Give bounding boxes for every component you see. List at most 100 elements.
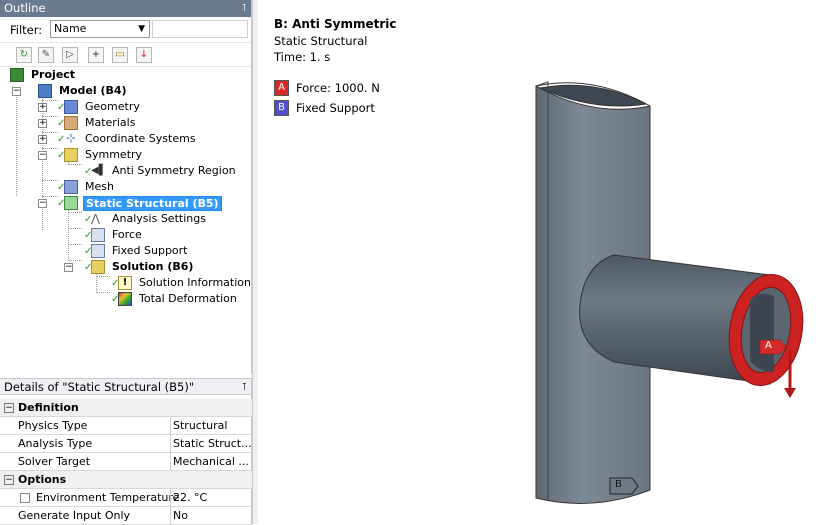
- tree-item-solution-information[interactable]: ! ✓ Solution Information: [0, 275, 251, 291]
- row-value: No: [173, 509, 188, 522]
- horizontal-pipe: [579, 254, 804, 398]
- coordinate-axes-icon: ⊹: [65, 131, 77, 145]
- tree-item-static-structural[interactable]: − ✓ Static Structural (B5): [0, 195, 250, 211]
- folder-icon[interactable]: ▭: [112, 47, 128, 63]
- symmetry-plane-icon: ◀▌: [91, 165, 107, 176]
- check-icon: ✓: [84, 246, 93, 257]
- row-value: Static Struct...: [173, 437, 251, 450]
- filter-label: Filter:: [10, 23, 43, 37]
- details-row-solver-target[interactable]: Solver Target Mechanical ...: [0, 453, 252, 471]
- tree-label: Force: [112, 228, 142, 241]
- check-icon: ✓: [84, 166, 93, 177]
- tree-item-mesh[interactable]: ✓ Mesh: [0, 179, 250, 195]
- details-row-physics-type[interactable]: Physics Type Structural: [0, 417, 252, 435]
- vertical-half-pipe: [535, 81, 651, 504]
- tree-label: Project: [31, 68, 76, 81]
- tree-item-solution[interactable]: − ✓ Solution (B6): [0, 259, 250, 275]
- expand-all-icon[interactable]: +: [88, 47, 104, 63]
- tree-item-anti-symmetry-region[interactable]: ◀▌ ✓ Anti Symmetry Region: [0, 163, 250, 179]
- details-row-environment-temperature[interactable]: Environment Temperature 22. °C: [0, 489, 252, 507]
- tree-label: Analysis Settings: [112, 212, 206, 225]
- filter-value: Name: [54, 22, 87, 35]
- filter-select[interactable]: Name ▼: [50, 20, 150, 38]
- details-title-bar: Details of "Static Structural (B5)" ⊺: [0, 378, 251, 395]
- tree-label-selected: Static Structural (B5): [83, 196, 222, 211]
- tree-item-model[interactable]: − Model (B4): [0, 83, 250, 99]
- details-row-analysis-type[interactable]: Analysis Type Static Struct...: [0, 435, 252, 453]
- tree-item-fixed-support[interactable]: ✓ Fixed Support: [0, 243, 250, 259]
- expand-icon[interactable]: +: [38, 135, 47, 144]
- section-label: Definition: [18, 401, 79, 414]
- tree-label: Fixed Support: [112, 244, 188, 257]
- pin-icon[interactable]: ⊺: [242, 379, 247, 396]
- expand-icon[interactable]: +: [38, 103, 47, 112]
- collapse-icon[interactable]: −: [38, 199, 47, 208]
- pin-icon[interactable]: ⊺: [242, 0, 247, 17]
- legend-badge: A: [274, 80, 289, 96]
- analysis-subtitle: Static Structural: [274, 34, 368, 48]
- tree-item-project[interactable]: Project: [0, 67, 250, 83]
- section-options[interactable]: − Options: [0, 471, 252, 489]
- collapse-icon[interactable]: −: [4, 475, 14, 485]
- check-icon: ✓: [57, 198, 66, 209]
- collapse-icon[interactable]: −: [12, 87, 21, 96]
- check-icon: ✓: [84, 230, 93, 241]
- filter-search-input[interactable]: [152, 20, 248, 38]
- collapse-icon[interactable]: −: [4, 403, 14, 413]
- row-value: Mechanical ...: [173, 455, 249, 468]
- check-icon: ✓: [84, 214, 93, 225]
- tree-item-symmetry[interactable]: − ✓ Symmetry: [0, 147, 250, 163]
- tree-label: Total Deformation: [139, 292, 237, 305]
- geometry-icon: [64, 100, 78, 114]
- static-structural-icon: [64, 196, 78, 210]
- parameter-checkbox[interactable]: [20, 493, 30, 503]
- section-definition[interactable]: − Definition: [0, 399, 252, 417]
- check-icon: ✓: [111, 294, 120, 305]
- edit-icon[interactable]: ✎: [38, 47, 54, 63]
- refresh-icon[interactable]: ↻: [16, 47, 32, 63]
- check-icon: ✓: [57, 134, 66, 145]
- tree-label: Symmetry: [85, 148, 143, 161]
- tree-label: Solution Information: [139, 276, 251, 289]
- outline-title-bar: Outline ⊺: [0, 0, 251, 17]
- expand-icon[interactable]: +: [38, 119, 47, 128]
- tree-item-geometry[interactable]: + ✓ Geometry: [0, 99, 250, 115]
- legend-text: Fixed Support: [296, 101, 375, 115]
- outline-panel: Outline ⊺ Filter: Name ▼ ↻ ✎ ▷ + ▭ ↓ Pro…: [0, 0, 252, 374]
- check-icon: ✓: [57, 118, 66, 129]
- outline-title: Outline: [4, 1, 46, 15]
- force-icon: [91, 228, 105, 242]
- materials-icon: [64, 116, 78, 130]
- check-icon: ✓: [84, 262, 93, 273]
- check-icon: ✓: [111, 278, 120, 289]
- project-icon: [10, 68, 24, 82]
- collapse-icon[interactable]: −: [38, 151, 47, 160]
- legend-badge: B: [274, 100, 289, 116]
- tree-label: Coordinate Systems: [85, 132, 196, 145]
- model-icon: [38, 84, 52, 98]
- connect-icon[interactable]: ▷: [62, 47, 78, 63]
- graphics-viewport[interactable]: B: Anti Symmetric Static Structural Time…: [258, 0, 822, 524]
- tree-item-coordinate-systems[interactable]: + ⊹ ✓ Coordinate Systems: [0, 131, 250, 147]
- details-row-generate-input-only[interactable]: Generate Input Only No: [0, 507, 252, 525]
- sort-icon[interactable]: ↓: [136, 47, 152, 63]
- force-marker-label: A: [765, 340, 772, 351]
- row-name: Environment Temperature: [36, 491, 180, 504]
- tree-item-materials[interactable]: + ✓ Materials: [0, 115, 250, 131]
- collapse-icon[interactable]: −: [64, 263, 73, 272]
- row-name: Physics Type: [18, 419, 88, 432]
- row-name: Solver Target: [18, 455, 91, 468]
- details-title: Details of "Static Structural (B5)": [4, 380, 195, 394]
- fixed-support-label: B: [615, 479, 622, 490]
- analysis-title: B: Anti Symmetric: [274, 17, 397, 31]
- tree-item-analysis-settings[interactable]: ⋀ ✓ Analysis Settings: [0, 211, 250, 227]
- tree-item-force[interactable]: ✓ Force: [0, 227, 250, 243]
- tree-item-total-deformation[interactable]: ✓ Total Deformation: [0, 291, 250, 307]
- mesh-icon: [64, 180, 78, 194]
- outline-tree: Project − Model (B4) + ✓ Geometry + ✓ Ma…: [0, 67, 251, 372]
- symmetry-icon: [64, 148, 78, 162]
- outline-toolbar: ↻ ✎ ▷ + ▭ ↓: [0, 43, 251, 67]
- model-view: [535, 81, 804, 504]
- legend-text: Force: 1000. N: [296, 81, 380, 95]
- chevron-down-icon: ▼: [138, 24, 145, 34]
